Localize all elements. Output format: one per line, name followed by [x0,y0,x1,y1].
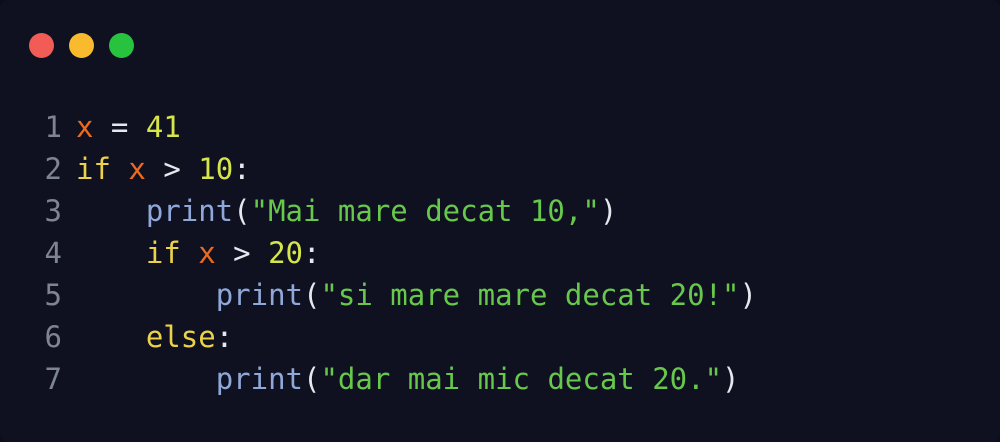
line-number: 2 [44,152,62,186]
minimize-button[interactable] [69,33,94,58]
code-text: if x > 10: [76,148,251,190]
code-token: print [145,194,234,228]
code-token: ( [303,278,321,312]
code-token: if [76,152,111,186]
maximize-button[interactable] [109,33,134,58]
code-token: : [215,320,234,354]
code-token: : [303,236,321,270]
line-number: 5 [44,278,62,312]
code-token: x [76,110,94,144]
code-text: x = 41 [76,106,181,148]
code-token: print [215,362,303,396]
code-text: if x > 20: [76,232,321,274]
code-token: "si mare mare decat 20!" [320,278,740,312]
code-text: print("Mai mare decat 10,") [76,190,617,232]
window-controls [29,33,134,59]
code-line: 5 print("si mare mare decat 20!") [0,274,757,316]
code-token: if [145,236,181,270]
code-token: ) [599,194,618,228]
code-token: ( [303,362,321,396]
code-line: 3 print("Mai mare decat 10,") [0,190,757,232]
code-line: 4 if x > 20: [0,232,757,274]
code-line: 7 print("dar mai mic decat 20.") [0,358,757,400]
code-token: "Mai mare decat 10," [250,194,600,228]
code-token: > [145,152,199,186]
code-token: else [145,320,216,354]
code-line: 1x = 41 [0,106,757,148]
code-token: 10 [198,152,234,186]
line-number: 6 [44,320,62,354]
code-token: ) [722,362,740,396]
code-text: else: [76,316,233,358]
code-token: > [215,236,269,270]
code-token: : [233,152,251,186]
code-token: ( [233,194,251,228]
code-token: "dar mai mic decat 20." [320,362,723,396]
line-number: 1 [44,110,62,144]
code-text: print("si mare mare decat 20!") [76,274,757,316]
code-window: 1x = 41 2 if x > 10: 3 print("Mai mare deca… [0,0,1000,442]
code-text: print("dar mai mic decat 20.") [76,358,740,400]
code-token: x [198,236,216,270]
code-line: 6 else: [0,316,757,358]
code-token: ) [739,278,757,312]
close-button[interactable] [29,33,54,58]
code-line: 2 if x > 10: [0,148,757,190]
code-token: 20 [268,236,304,270]
line-number: 3 [44,194,62,228]
code-token: x [128,152,146,186]
code-block: 1x = 41 2 if x > 10: 3 print("Mai mare deca… [0,106,757,400]
code-token: = [93,110,146,144]
line-number: 4 [44,236,62,270]
code-token: 41 [145,110,181,144]
line-number: 7 [44,362,62,396]
code-token: print [215,278,303,312]
